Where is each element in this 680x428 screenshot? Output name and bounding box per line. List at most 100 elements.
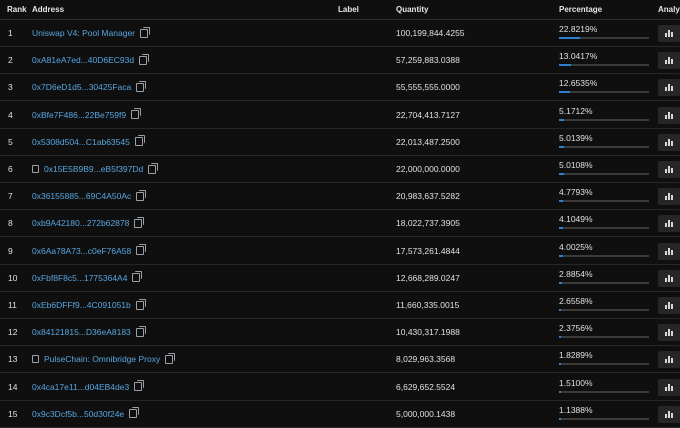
copy-icon[interactable] [131, 108, 142, 120]
address-link[interactable]: 0x5308d504...C1ab63545 [32, 135, 145, 147]
quantity-cell: 22,704,413.7127 [396, 109, 460, 120]
copy-icon[interactable] [135, 298, 146, 310]
analytics-button[interactable] [658, 378, 680, 396]
copy-icon[interactable] [135, 325, 146, 337]
copy-icon[interactable] [148, 162, 159, 174]
header-rank[interactable]: Rank [7, 5, 27, 14]
percentage-cell: 2.3756% [559, 323, 593, 334]
analytics-button[interactable] [658, 25, 680, 42]
bar-chart-icon [665, 302, 673, 309]
rank-cell: 15 [8, 408, 18, 419]
table-row: 4 0xBfe7F486...22Be759f9 22,704,413.7127 5.… [0, 102, 680, 129]
address-link[interactable]: 0xb9A42180...272b62878 [32, 216, 145, 229]
bar-chart-icon [665, 247, 673, 255]
percentage-bar [559, 200, 649, 203]
address-link[interactable]: 0x36155885...69C4A50Ac [32, 189, 147, 201]
address-link[interactable]: PulseChain: Omnibridge Proxy [32, 352, 176, 365]
rank-cell: 12 [8, 327, 18, 338]
copy-icon[interactable] [136, 80, 147, 92]
address-text: 0x15E5B9B9...eB5f397Dd [44, 164, 144, 174]
bar-chart-icon [665, 356, 673, 364]
bar-chart-icon [665, 193, 673, 201]
bar-chart-icon [665, 30, 673, 37]
analytics-button[interactable] [658, 351, 680, 369]
percentage-cell: 4.0025% [559, 241, 593, 252]
address-text: 0xFbf8F8c5...1775364A4 [32, 272, 128, 283]
analytics-button[interactable] [658, 52, 680, 70]
address-link[interactable]: 0xA81eA7ed...40D6EC93d [32, 53, 150, 65]
copy-icon[interactable] [132, 271, 143, 283]
copy-icon[interactable] [140, 26, 151, 38]
analytics-button[interactable] [658, 133, 680, 151]
analytics-button[interactable] [658, 405, 680, 423]
address-text: 0xb9A42180...272b62878 [32, 218, 130, 229]
bar-chart-icon [665, 383, 673, 391]
address-link[interactable]: 0xEb6DFFf9...4C091051b [32, 298, 146, 310]
analytics-button[interactable] [658, 106, 680, 124]
percentage-bar-fill [559, 118, 564, 121]
quantity-cell: 20,983,637.5282 [396, 191, 460, 202]
address-link[interactable]: 0x4ca17e11...d04EB4de3 [32, 380, 145, 392]
percentage-bar-fill [559, 200, 564, 203]
percentage-cell: 5.0108% [559, 160, 593, 170]
percentage-cell: 22.8219% [559, 24, 598, 34]
analytics-button[interactable] [658, 269, 680, 287]
address-link[interactable]: Uniswap V4: Pool Manager [32, 26, 151, 38]
quantity-cell: 5,000,000.1438 [396, 408, 456, 419]
analytics-button[interactable] [658, 79, 680, 97]
header-address[interactable]: Address [32, 5, 64, 14]
quantity-cell: 17,573,261.4844 [396, 245, 460, 256]
percentage-bar [559, 37, 649, 39]
copy-icon[interactable] [134, 380, 145, 392]
rank-cell: 3 [8, 82, 13, 93]
analytics-button[interactable] [658, 215, 680, 233]
percentage-bar [559, 227, 649, 230]
address-link[interactable]: 0x84121815...D36eA8183 [32, 325, 146, 337]
bar-chart-icon [665, 111, 673, 119]
address-link[interactable]: 0x6Aa78A73...c0eF76A58 [32, 244, 147, 256]
copy-icon[interactable] [129, 407, 140, 419]
address-text: 0x9c3Dcf5b...50d30f24e [32, 408, 125, 419]
header-analytics[interactable]: Analyti [658, 5, 680, 14]
copy-icon[interactable] [136, 189, 147, 201]
address-link[interactable]: 0x7D6eD1d5...30425Faca [32, 80, 147, 92]
copy-icon[interactable] [165, 352, 176, 364]
address-link[interactable]: 0x9c3Dcf5b...50d30f24e [32, 407, 140, 419]
address-link[interactable]: 0x15E5B9B9...eB5f397Dd [32, 162, 159, 174]
percentage-bar-fill [559, 37, 580, 39]
rank-cell: 7 [8, 191, 13, 202]
address-text: PulseChain: Omnibridge Proxy [44, 354, 161, 365]
copy-icon[interactable] [139, 53, 150, 65]
bar-chart-icon [665, 220, 673, 228]
table-row: 10 0xFbf8F8c5...1775364A4 12,668,289.0247 2… [0, 265, 680, 292]
header-label[interactable]: Label [338, 5, 359, 14]
percentage-bar [559, 417, 649, 420]
analytics-button[interactable] [658, 161, 680, 178]
percentage-bar-fill [559, 145, 564, 148]
header-percentage[interactable]: Percentage [559, 5, 602, 14]
percentage-bar-fill [559, 254, 563, 257]
table-row: 7 0x36155885...69C4A50Ac 20,983,637.5282 4.… [0, 183, 680, 211]
quantity-cell: 6,629,652.5524 [396, 381, 456, 392]
percentage-bar-fill [559, 390, 561, 393]
analytics-button[interactable] [658, 297, 680, 314]
analytics-button[interactable] [658, 242, 680, 260]
address-link[interactable]: 0xBfe7F486...22Be759f9 [32, 108, 142, 120]
rank-cell: 11 [8, 300, 17, 310]
percentage-bar [559, 390, 649, 393]
copy-icon[interactable] [134, 216, 145, 228]
rank-cell: 10 [8, 272, 18, 283]
copy-icon[interactable] [136, 244, 147, 256]
address-link[interactable]: 0xFbf8F8c5...1775364A4 [32, 271, 143, 283]
quantity-cell: 100,199,844.4255 [396, 28, 465, 38]
copy-icon[interactable] [134, 135, 145, 147]
rank-cell: 9 [8, 245, 13, 256]
percentage-bar [559, 64, 649, 67]
analytics-button[interactable] [658, 188, 680, 206]
header-quantity[interactable]: Quantity [396, 5, 428, 14]
holders-table: Rank Address Label Quantity Percentage A… [0, 0, 680, 428]
analytics-button[interactable] [658, 324, 680, 342]
percentage-bar-fill [559, 91, 571, 94]
address-text: 0x4ca17e11...d04EB4de3 [32, 381, 130, 392]
percentage-cell: 4.7793% [559, 187, 593, 198]
